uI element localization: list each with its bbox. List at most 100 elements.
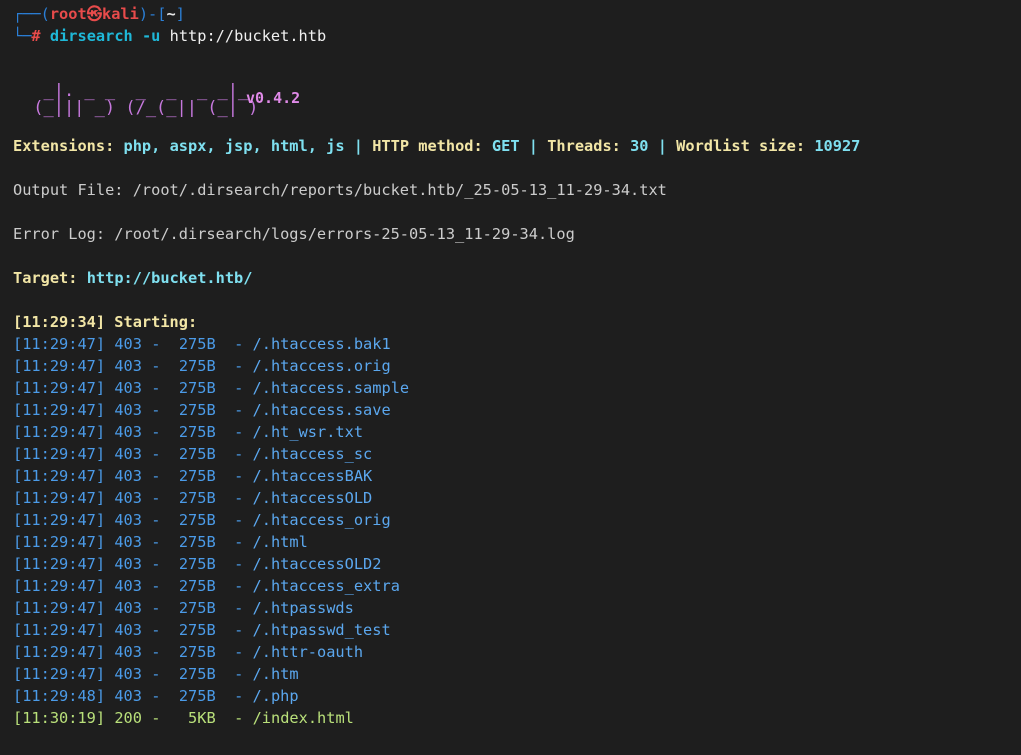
result-time: [11:29:47] — [13, 357, 106, 375]
result-time: [11:29:47] — [13, 423, 106, 441]
result-status-code: 403 — [114, 489, 142, 507]
result-path: /.htaccess_orig — [252, 511, 391, 529]
result-size: 275B — [178, 511, 216, 529]
result-row: [11:29:48] 403 - 275B - /.php — [13, 685, 1013, 707]
result-dash: - — [234, 379, 244, 397]
result-path: /.htaccess.save — [252, 401, 391, 419]
result-path: /.httr-oauth — [252, 643, 364, 661]
result-path: /.htaccessOLD2 — [252, 555, 382, 573]
banner-art-line-2: (_||| _) (/_(_|| (_| ) — [23, 98, 259, 118]
extensions-key: Extensions: — [13, 137, 124, 155]
separator: | — [519, 137, 548, 155]
result-dash: - — [234, 709, 244, 727]
result-time: [11:29:47] — [13, 555, 106, 573]
prompt-end: ] — [175, 5, 185, 23]
result-dash: - — [151, 577, 161, 595]
result-dash: - — [151, 555, 161, 573]
error-log-line: Error Log: /root/.dirsearch/logs/errors-… — [13, 225, 575, 243]
result-time: [11:29:47] — [13, 401, 106, 419]
extensions-value: php, aspx, jsp, html, js — [123, 137, 345, 155]
result-size: 275B — [178, 401, 216, 419]
result-size: 275B — [178, 687, 216, 705]
result-dash: - — [151, 665, 161, 683]
result-dash: - — [151, 467, 161, 485]
result-dash: - — [234, 555, 244, 573]
result-time: [11:29:47] — [13, 379, 106, 397]
result-size: 275B — [178, 577, 216, 595]
result-size: 275B — [178, 665, 216, 683]
result-time: [11:29:47] — [13, 467, 106, 485]
result-dash: - — [234, 687, 244, 705]
result-dash: - — [234, 665, 244, 683]
result-row: [11:29:47] 403 - 275B - /.htpasswds — [13, 597, 1013, 619]
result-row: [11:29:47] 403 - 275B - /.htaccess.save — [13, 399, 1013, 421]
result-time: [11:30:19] — [13, 709, 106, 727]
result-row: [11:29:47] 403 - 275B - /.htaccess.sampl… — [13, 377, 1013, 399]
result-size: 275B — [178, 379, 216, 397]
result-size: 275B — [178, 643, 216, 661]
result-dash: - — [151, 445, 161, 463]
result-size: 275B — [178, 357, 216, 375]
result-path: /.htaccess.orig — [252, 357, 391, 375]
result-size: 275B — [178, 335, 216, 353]
command-flag: -u — [141, 27, 161, 45]
target-url: http://bucket.htb/ — [86, 269, 253, 287]
result-size: 275B — [178, 467, 216, 485]
result-path: /.htpasswd_test — [252, 621, 391, 639]
result-status-code: 403 — [114, 665, 142, 683]
wordlist-key: Wordlist size: — [676, 137, 815, 155]
result-path: /.htm — [252, 665, 299, 683]
result-dash: - — [151, 423, 161, 441]
separator: | — [344, 137, 373, 155]
result-dash: - — [151, 643, 161, 661]
result-status-code: 403 — [114, 467, 142, 485]
output-file-line: Output File: /root/.dirsearch/reports/bu… — [13, 181, 667, 199]
terminal-output[interactable]: ┌──(root㉿kali)-[~] └─# dirsearch -u http… — [13, 3, 1013, 729]
result-size: 275B — [178, 445, 216, 463]
result-status-code: 403 — [114, 643, 142, 661]
result-dash: - — [234, 489, 244, 507]
result-status-code: 403 — [114, 423, 142, 441]
method-key: HTTP method: — [372, 137, 492, 155]
result-dash: - — [151, 335, 161, 353]
result-dash: - — [151, 621, 161, 639]
result-dash: - — [234, 335, 244, 353]
result-size: 275B — [178, 599, 216, 617]
result-path: /index.html — [252, 709, 354, 727]
results-list: [11:29:47] 403 - 275B - /.htaccess.bak1[… — [13, 333, 1013, 729]
result-dash: - — [151, 357, 161, 375]
result-time: [11:29:47] — [13, 577, 106, 595]
result-row: [11:29:47] 403 - 275B - /.htaccessOLD2 — [13, 553, 1013, 575]
result-row: [11:29:47] 403 - 275B - /.httr-oauth — [13, 641, 1013, 663]
result-dash: - — [151, 401, 161, 419]
version-label: v0.4.2 — [246, 89, 301, 107]
prompt-host: kali — [102, 5, 139, 23]
result-dash: - — [234, 467, 244, 485]
target-label: Target: — [13, 269, 87, 287]
banner-logo: _|. _ _ _ _ _ _|_ (_||| _) (/_(_|| (_| ) — [23, 83, 258, 117]
separator: | — [648, 137, 677, 155]
result-row: [11:29:47] 403 - 275B - /.htaccess.orig — [13, 355, 1013, 377]
result-row: [11:29:47] 403 - 275B - /.htaccess.bak1 — [13, 333, 1013, 355]
result-status-code: 403 — [114, 555, 142, 573]
result-dash: - — [151, 533, 161, 551]
result-path: /.htaccess.bak1 — [252, 335, 391, 353]
result-dash: - — [151, 489, 161, 507]
starting-line: [11:29:34] Starting: — [13, 313, 198, 331]
result-size: 275B — [178, 555, 216, 573]
wordlist-value: 10927 — [814, 137, 861, 155]
result-dash: - — [234, 643, 244, 661]
result-time: [11:29:47] — [13, 533, 106, 551]
result-status-code: 403 — [114, 687, 142, 705]
prompt-line-1: ┌──(root㉿kali)-[~] — [13, 3, 1013, 25]
prompt-hash: # — [31, 27, 41, 45]
result-dash: - — [151, 379, 161, 397]
result-row: [11:29:47] 403 - 275B - /.htaccess_sc — [13, 443, 1013, 465]
result-dash: - — [234, 423, 244, 441]
result-size: 5KB — [188, 709, 216, 727]
command-url: http://bucket.htb — [169, 27, 327, 45]
result-dash: - — [234, 357, 244, 375]
result-path: /.html — [252, 533, 308, 551]
result-dash: - — [234, 599, 244, 617]
config-line: Extensions: php, aspx, jsp, html, js | H… — [13, 135, 1013, 157]
